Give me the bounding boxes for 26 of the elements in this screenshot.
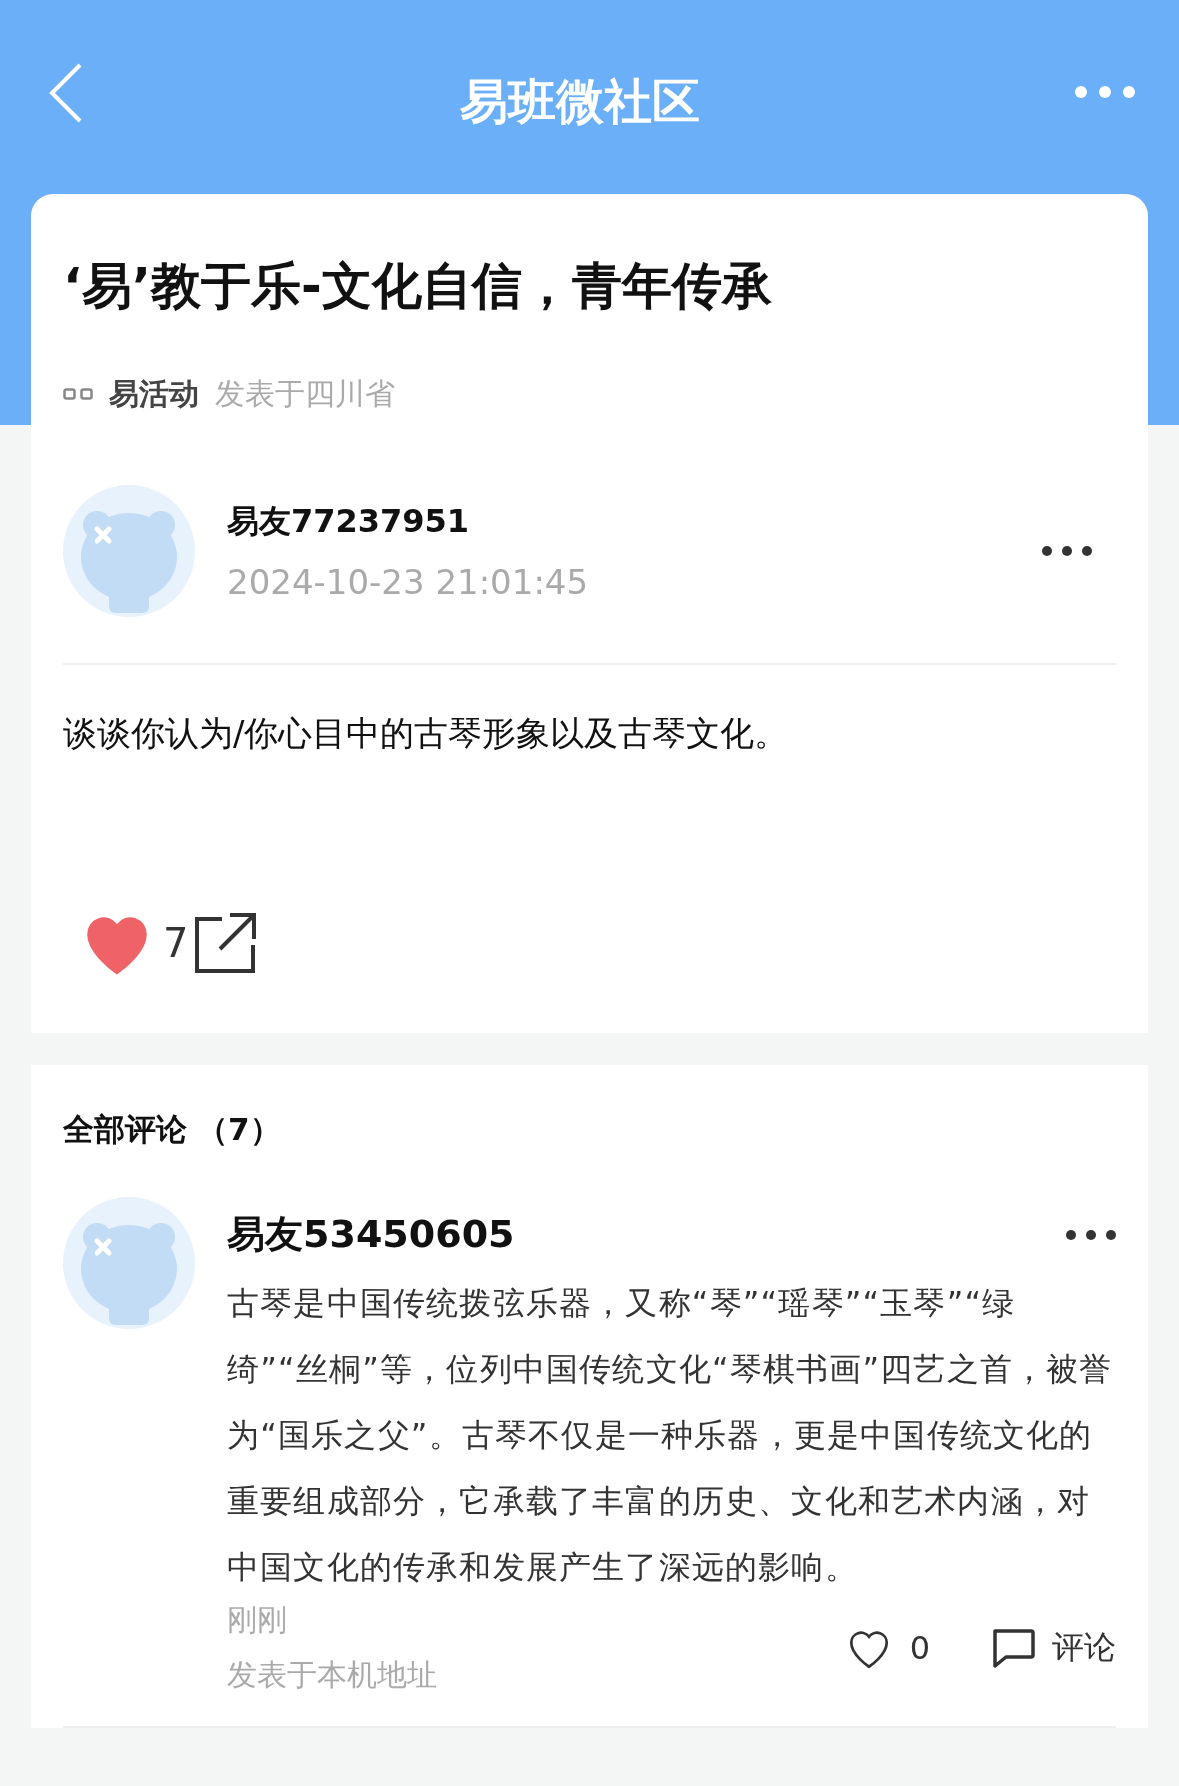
like-count: 7: [163, 920, 189, 966]
comment-location: 发表于本机地址: [227, 1656, 437, 1694]
comment-icon: [990, 1627, 1036, 1669]
more-button[interactable]: [1066, 1229, 1116, 1240]
author-name: 易友77237951: [227, 501, 471, 542]
like-button[interactable]: 0: [843, 1623, 930, 1673]
comment-text: 古琴是中国传统拨弦乐器，又称“琴”“瑶琴”“玉琴”“绿绮”“丝桐”等，位列中国传统文化“琴棋书画”四艺之首，被誉为“国乐之父”。古琴不仅是一种乐器，更是中国传统文化的重要组成部分，它承载了丰富的历史、文化和艺术内涵，对中国文化的传承和发展产生了深远的影响。: [227, 1283, 1114, 1588]
share-button[interactable]: [192, 911, 259, 975]
more-icon: [1075, 86, 1135, 98]
post-title: ‘易’教于乐-文化自信，青年传承: [63, 256, 773, 316]
post-body: 谈谈你认为/你心目中的古琴形象以及古琴文化。: [63, 712, 790, 755]
comments-count: （7）: [197, 1110, 281, 1149]
more-button[interactable]: [1042, 546, 1092, 556]
comment-time: 刚刚: [227, 1601, 288, 1639]
comments-heading: 全部评论: [63, 1110, 187, 1149]
reply-button[interactable]: 评论: [990, 1626, 1116, 1670]
post-location: 发表于四川省: [215, 375, 395, 413]
quote-icon: [63, 387, 93, 402]
post-time: 2024-10-23 21:01:45: [227, 562, 590, 602]
topic-link[interactable]: 易活动: [109, 374, 199, 415]
comment-author: 易友53450605: [227, 1211, 515, 1258]
back-icon: [48, 62, 84, 124]
share-icon: [192, 911, 259, 975]
page-title: 易班微社区: [459, 72, 700, 131]
more-icon: [1066, 1229, 1116, 1240]
more-icon: [1042, 546, 1092, 556]
